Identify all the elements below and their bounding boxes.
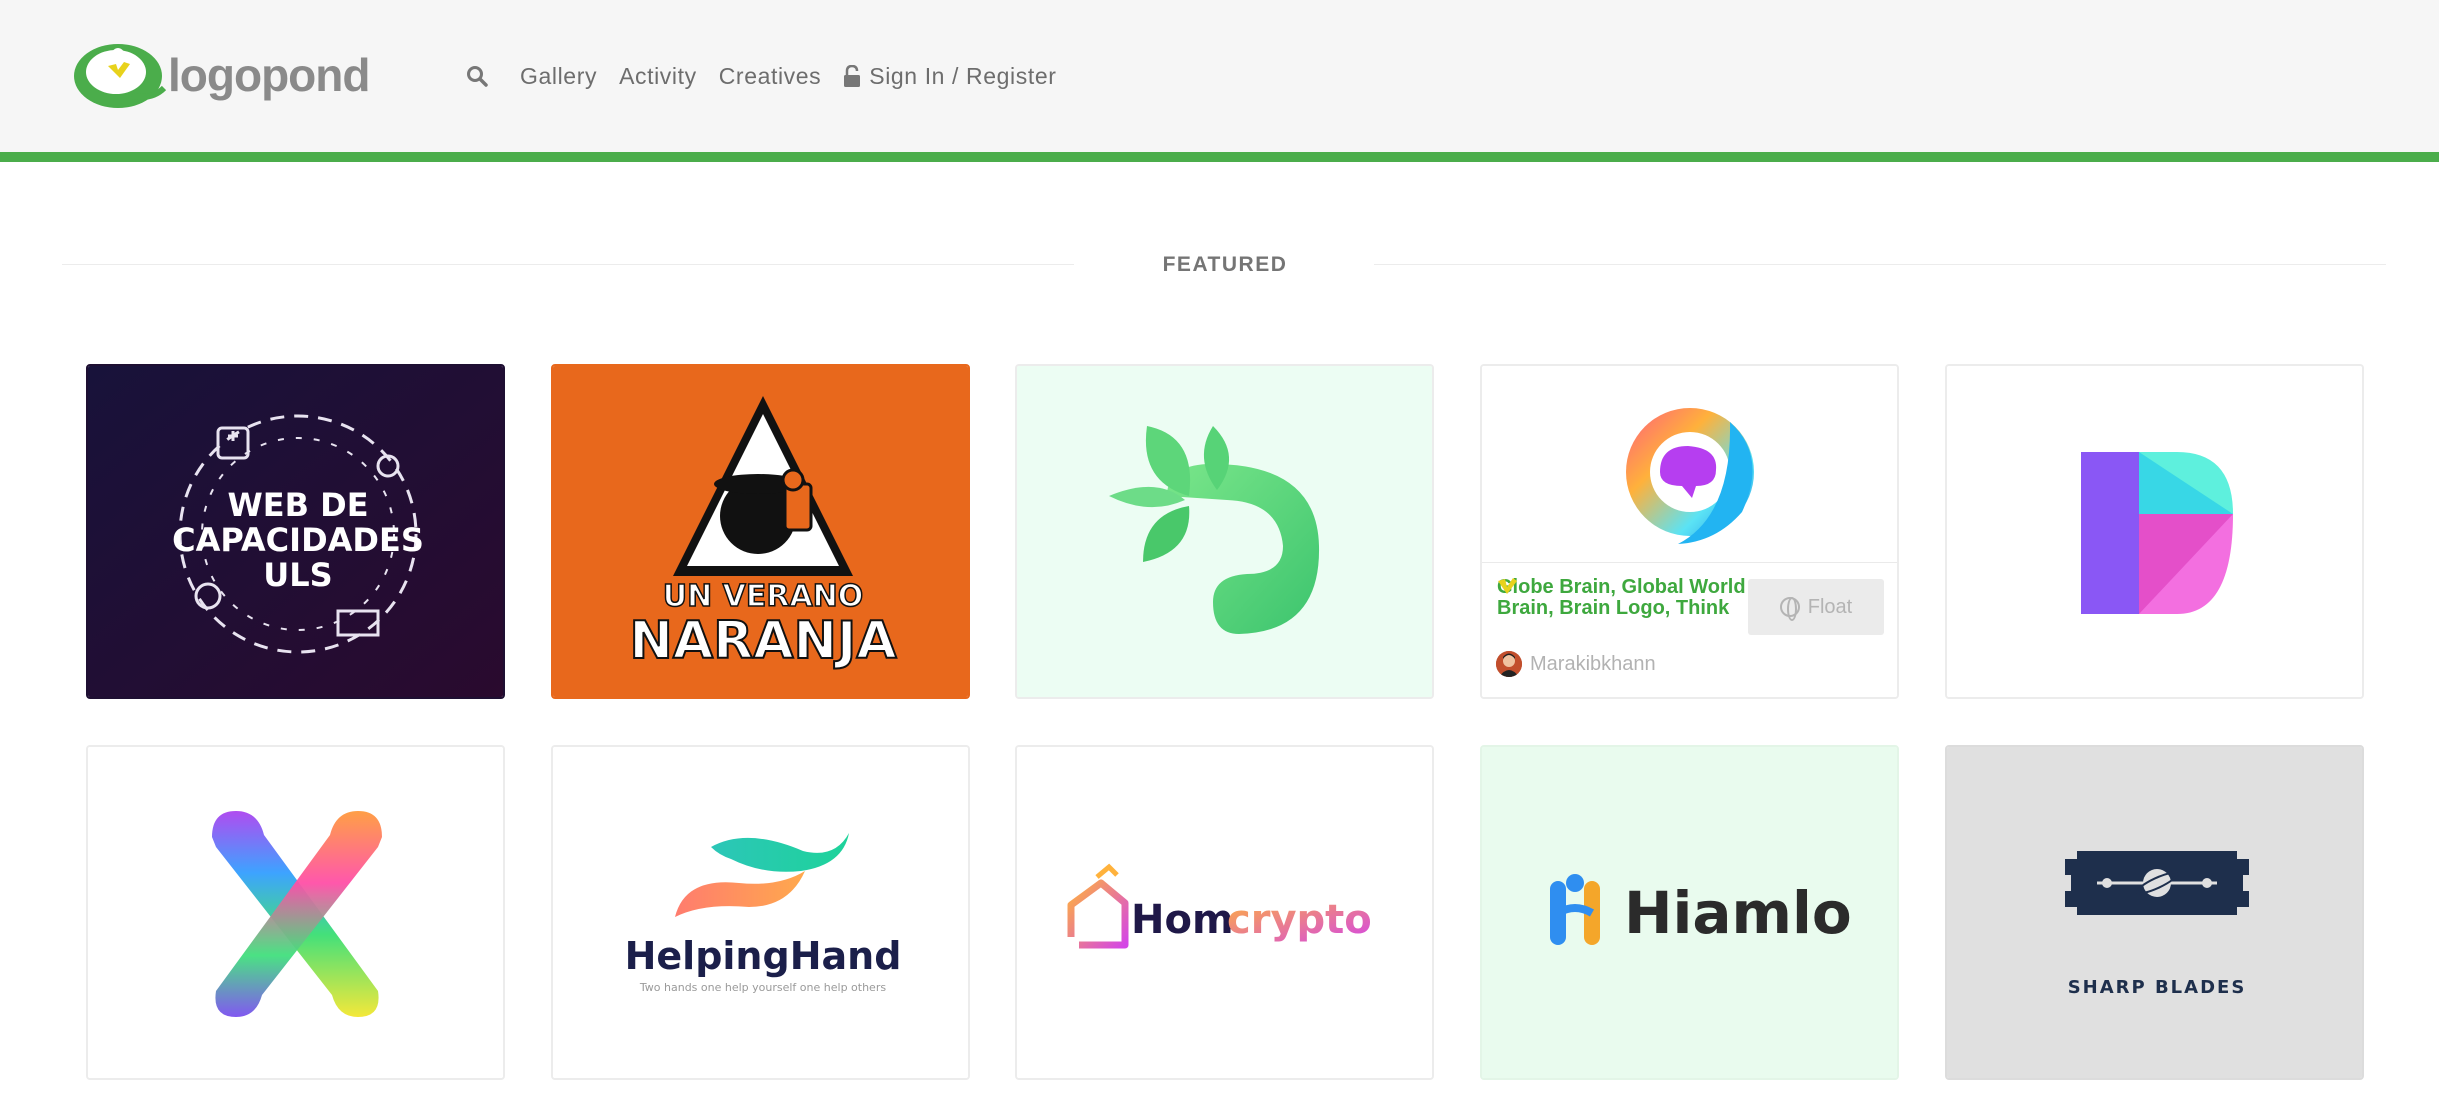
logo-text-line-1: WEB DE: [227, 486, 368, 524]
logo-card[interactable]: WEB DE CAPACIDADES ULS: [86, 364, 505, 699]
logo-card[interactable]: SHARP BLADES: [1945, 745, 2364, 1080]
logo-card[interactable]: UN VERANO NARANJA: [551, 364, 970, 699]
site-logo[interactable]: logopond: [72, 38, 372, 112]
author-name: Marakibkhann: [1530, 652, 1656, 675]
logo-text-line-1: SHARP BLADES: [2068, 977, 2247, 998]
logo-text-line-2: NARANJA: [629, 611, 896, 671]
nav-creatives[interactable]: Creatives: [719, 63, 822, 90]
nav-activity[interactable]: Activity: [619, 63, 697, 90]
logo-card[interactable]: HelpingHand Two hands one help yourself …: [551, 745, 970, 1080]
logo-title-text: Globe Brain, Global World Brain, Brain L…: [1497, 576, 1746, 619]
logo-image: [1017, 366, 1432, 697]
logo-image: [1947, 366, 2362, 697]
section-title: FEATURED: [1162, 253, 1288, 276]
logo-card[interactable]: [86, 745, 505, 1080]
logo-text-line-3: ULS: [263, 556, 332, 594]
logo-card[interactable]: Hom crypto: [1015, 745, 1434, 1080]
sign-in-label: Sign In / Register: [869, 62, 1057, 89]
lotus-icon: [1498, 578, 1517, 594]
logo-text-line-1: HelpingHand: [625, 934, 902, 978]
logo-image: UN VERANO NARANJA: [553, 366, 968, 697]
search-icon: [467, 66, 488, 87]
lock-icon: [844, 65, 861, 87]
logo-text-line-1: Hom: [1131, 897, 1234, 943]
header-accent-bar: [0, 152, 2439, 162]
nav-gallery[interactable]: Gallery: [520, 63, 597, 90]
logo-image: [1482, 366, 1897, 566]
logo-text-line-1: UN VERANO: [663, 579, 864, 614]
logo-image: WEB DE CAPACIDADES ULS: [88, 366, 503, 697]
divider-left: [62, 264, 1074, 265]
nav-sign-in[interactable]: Sign In / Register: [843, 63, 1056, 90]
float-button-label: Float: [1807, 595, 1853, 618]
main-nav: Gallery Activity Creatives Sign In / Reg…: [466, 58, 1079, 94]
logo-card[interactable]: [1015, 364, 1434, 699]
globe-icon: [1779, 597, 1800, 621]
logo-wordmark: logopond: [168, 49, 370, 101]
logo-text-line-2: Two hands one help yourself one help oth…: [639, 981, 886, 994]
divider-right: [1374, 264, 2386, 265]
logo-image: HelpingHand Two hands one help yourself …: [553, 747, 968, 1078]
logo-card[interactable]: [1945, 364, 2364, 699]
search-button[interactable]: [466, 65, 498, 87]
lotus-icon: [72, 40, 170, 110]
logo-text-line-2: CAPACIDADES: [172, 521, 424, 559]
logo-image: SHARP BLADES: [1947, 747, 2362, 1078]
logo-title[interactable]: Globe Brain, Global World Brain, Brain L…: [1497, 577, 1747, 619]
logo-image: [88, 747, 503, 1078]
logo-text-line-2: crypto: [1227, 897, 1372, 943]
author-link[interactable]: Marakibkhann: [1496, 651, 1656, 677]
site-header: logopond Gallery Activity Creatives Sign…: [0, 0, 2439, 152]
logo-info-panel: Globe Brain, Global World Brain, Brain L…: [1482, 562, 1897, 697]
logo-card[interactable]: Globe Brain, Global World Brain, Brain L…: [1480, 364, 1899, 699]
float-button[interactable]: Float: [1748, 579, 1884, 635]
avatar: [1496, 651, 1522, 677]
logo-text-line-1: Hiamlo: [1624, 879, 1852, 947]
logo-card[interactable]: Hiamlo: [1480, 745, 1899, 1080]
logo-image: Hom crypto: [1017, 747, 1432, 1078]
logo-image: Hiamlo: [1482, 747, 1897, 1078]
